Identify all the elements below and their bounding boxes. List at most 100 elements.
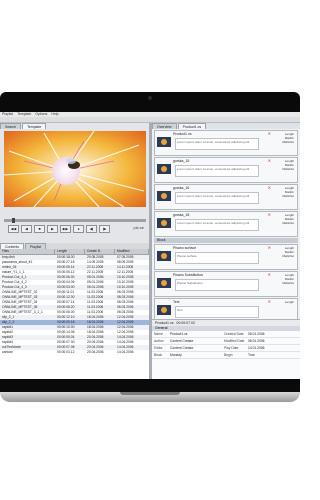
record-button[interactable]: ● bbox=[73, 225, 84, 233]
mark-in-button[interactable]: ◀| bbox=[86, 225, 97, 233]
clip-thumbnail bbox=[157, 191, 171, 201]
tab-product[interactable]: Product1.vs bbox=[177, 123, 207, 129]
remove-icon[interactable]: ✕ bbox=[268, 158, 271, 163]
clip-description[interactable]: Lorem ipsum dolor sit amet, consectetur … bbox=[175, 219, 259, 231]
left-tabs: Search Template bbox=[0, 123, 149, 129]
clip-meta: Length bbox=[284, 300, 294, 304]
clip-meta: Length MarkIn MarkOut bbox=[282, 132, 294, 145]
video-preview[interactable] bbox=[4, 131, 146, 207]
clip-title: Product1.vs bbox=[173, 132, 192, 136]
clip-thumbnail bbox=[157, 251, 171, 261]
table-row[interactable]: cartoon 00:00:03.12 20.04.2006 14.04.2006 bbox=[0, 350, 149, 355]
clip-title: Pisano surface bbox=[173, 246, 197, 250]
remove-icon[interactable]: ✕ bbox=[268, 185, 271, 190]
clip-item[interactable]: Pisano surface Pisano surface Length MarkI… bbox=[154, 244, 298, 270]
clip-title: gorska_18 bbox=[173, 213, 190, 217]
property-value[interactable]: 14.01.2006 bbox=[248, 345, 298, 351]
property-row: Editor Content Creator Play Date 14.01.2006 bbox=[152, 345, 300, 352]
laptop-bezel: Playlist Template Options Help Search Te… bbox=[0, 92, 300, 392]
properties-table: Name Product1.vs Created Date 08.01.2006 Aut… bbox=[152, 331, 300, 359]
fast-forward-button[interactable]: ▶▶ bbox=[60, 225, 71, 233]
clip-meta: Length MarkIn MarkOut bbox=[282, 273, 294, 286]
remove-icon[interactable]: ✕ bbox=[268, 131, 271, 136]
rewind-button[interactable]: ◀◀ bbox=[8, 225, 19, 233]
play-button[interactable]: ▶ bbox=[47, 225, 58, 233]
playlist-tabs: Overview Product1.vs bbox=[152, 123, 300, 129]
property-key: Editor bbox=[154, 346, 163, 350]
property-key: Author bbox=[154, 339, 164, 343]
clip-description[interactable]: Text bbox=[175, 306, 259, 318]
app-window: Playlist Template Options Help Search Te… bbox=[0, 112, 300, 379]
property-key: Begin bbox=[224, 353, 233, 357]
property-value[interactable]: Content Creator bbox=[170, 338, 224, 344]
col-create-date[interactable]: Create D. bbox=[85, 249, 115, 254]
clip-description[interactable]: Lorem ipsum dolor sit amet, consectetur … bbox=[175, 165, 259, 177]
clip-title: gorska_15 bbox=[173, 159, 190, 163]
clip-meta: Length MarkIn MarkOut bbox=[282, 246, 294, 259]
remove-icon[interactable]: ✕ bbox=[268, 299, 271, 304]
property-key: Modified Date bbox=[224, 339, 245, 343]
file-create-date: 20.04.2006 bbox=[87, 350, 104, 354]
property-value[interactable]: 08.01.2006 bbox=[248, 338, 298, 344]
file-table-body: bmp-fish 00:00:18.00 29.08.2005 07.05.2005 p… bbox=[0, 255, 149, 355]
clip-thumbnail bbox=[157, 164, 171, 174]
tab-search[interactable]: Search bbox=[0, 123, 22, 129]
clip-meta: Length MarkIn MarkOut bbox=[282, 186, 294, 199]
remove-icon[interactable]: ✕ bbox=[268, 245, 271, 250]
block-list: Pisano surface Pisano surface Length MarkI… bbox=[152, 244, 300, 324]
remove-icon[interactable]: ✕ bbox=[268, 212, 271, 217]
property-key: Name bbox=[154, 332, 163, 336]
clip-description[interactable]: Pisano surface bbox=[175, 252, 259, 264]
left-pane: Search Template ◀◀ ◀ ■ ▶ ▶▶ ● ◀| |▶ pls.… bbox=[0, 123, 149, 379]
clip-title: gorska_16 bbox=[173, 186, 190, 190]
clip-item[interactable]: gorska_15 Lorem ipsum dolor sit amet, con… bbox=[154, 157, 298, 183]
clip-title: Text bbox=[173, 300, 180, 304]
property-value[interactable]: Content Creator bbox=[170, 345, 224, 351]
laptop-frame: Playlist Template Options Help Search Te… bbox=[0, 92, 300, 402]
clip-thumbnail bbox=[157, 278, 171, 288]
property-key: Created Date bbox=[224, 332, 244, 336]
clip-description[interactable]: Lorem ipsum dolor sit amet, consectetur … bbox=[175, 192, 259, 204]
laptop-hinge bbox=[120, 392, 180, 395]
property-value[interactable]: Monday bbox=[170, 352, 224, 358]
step-back-button[interactable]: ◀ bbox=[21, 225, 32, 233]
flower-image bbox=[4, 131, 146, 207]
clip-list: Product1.vs Lorem ipsum dolor sit amet, c… bbox=[152, 130, 300, 237]
properties-panel: Product1.vs 00:00:07.02 General Name Prod… bbox=[152, 319, 300, 379]
properties-title: Product1.vs bbox=[155, 321, 174, 325]
clip-meta: Length MarkIn MarkOut bbox=[282, 159, 294, 172]
timeline-handle[interactable] bbox=[12, 218, 15, 223]
clip-item[interactable]: Pisano Substitution Pisano Substitution Le… bbox=[154, 271, 298, 297]
clip-description[interactable]: Lorem ipsum dolor sit amet, consectetur … bbox=[175, 138, 259, 150]
clip-thumbnail bbox=[157, 305, 171, 315]
properties-timecode: 00:00:07.02 bbox=[176, 321, 195, 325]
clip-thumbnail bbox=[157, 218, 171, 228]
playlist-editor: Overview Product1.vs Product1.vs Lorem ip… bbox=[152, 123, 300, 379]
clip-description[interactable]: Pisano Substitution bbox=[175, 279, 259, 291]
tab-overview[interactable]: Overview bbox=[152, 123, 177, 129]
timeline-slider[interactable] bbox=[4, 218, 146, 223]
stop-button[interactable]: ■ bbox=[34, 225, 45, 233]
clip-thumbnail bbox=[157, 137, 171, 147]
clip-meta: Length MarkIn MarkOut bbox=[282, 213, 294, 226]
col-files[interactable]: Files bbox=[0, 249, 55, 254]
property-value[interactable]: Product1.vs bbox=[170, 331, 224, 337]
clip-item[interactable]: gorska_16 Lorem ipsum dolor sit amet, con… bbox=[154, 184, 298, 210]
mark-out-button[interactable]: |▶ bbox=[99, 225, 110, 233]
property-value[interactable]: 08.01.2006 bbox=[248, 331, 298, 337]
property-row: Author Content Creator Modified Date 08.01.… bbox=[152, 338, 300, 345]
clip-item[interactable]: Product1.vs Lorem ipsum dolor sit amet, c… bbox=[154, 130, 298, 156]
property-row: Name Product1.vs Created Date 08.01.2006 bbox=[152, 331, 300, 338]
zoom-label: pls.se bbox=[133, 225, 144, 230]
clip-item[interactable]: gorska_18 Lorem ipsum dolor sit amet, con… bbox=[154, 211, 298, 237]
tab-template[interactable]: Template bbox=[22, 123, 47, 129]
property-value[interactable]: True bbox=[248, 352, 298, 358]
file-length: 00:00:03.12 bbox=[57, 350, 75, 354]
block-header[interactable]: Block bbox=[154, 238, 298, 243]
remove-icon[interactable]: ✕ bbox=[268, 272, 271, 277]
player-controls: ◀◀ ◀ ■ ▶ ▶▶ ● ◀| |▶ pls.se bbox=[4, 218, 146, 233]
property-key: Block bbox=[154, 353, 163, 357]
col-modified[interactable]: Modified bbox=[115, 249, 149, 254]
col-length[interactable]: Length bbox=[55, 249, 85, 254]
clip-title: Pisano Substitution bbox=[173, 273, 203, 277]
